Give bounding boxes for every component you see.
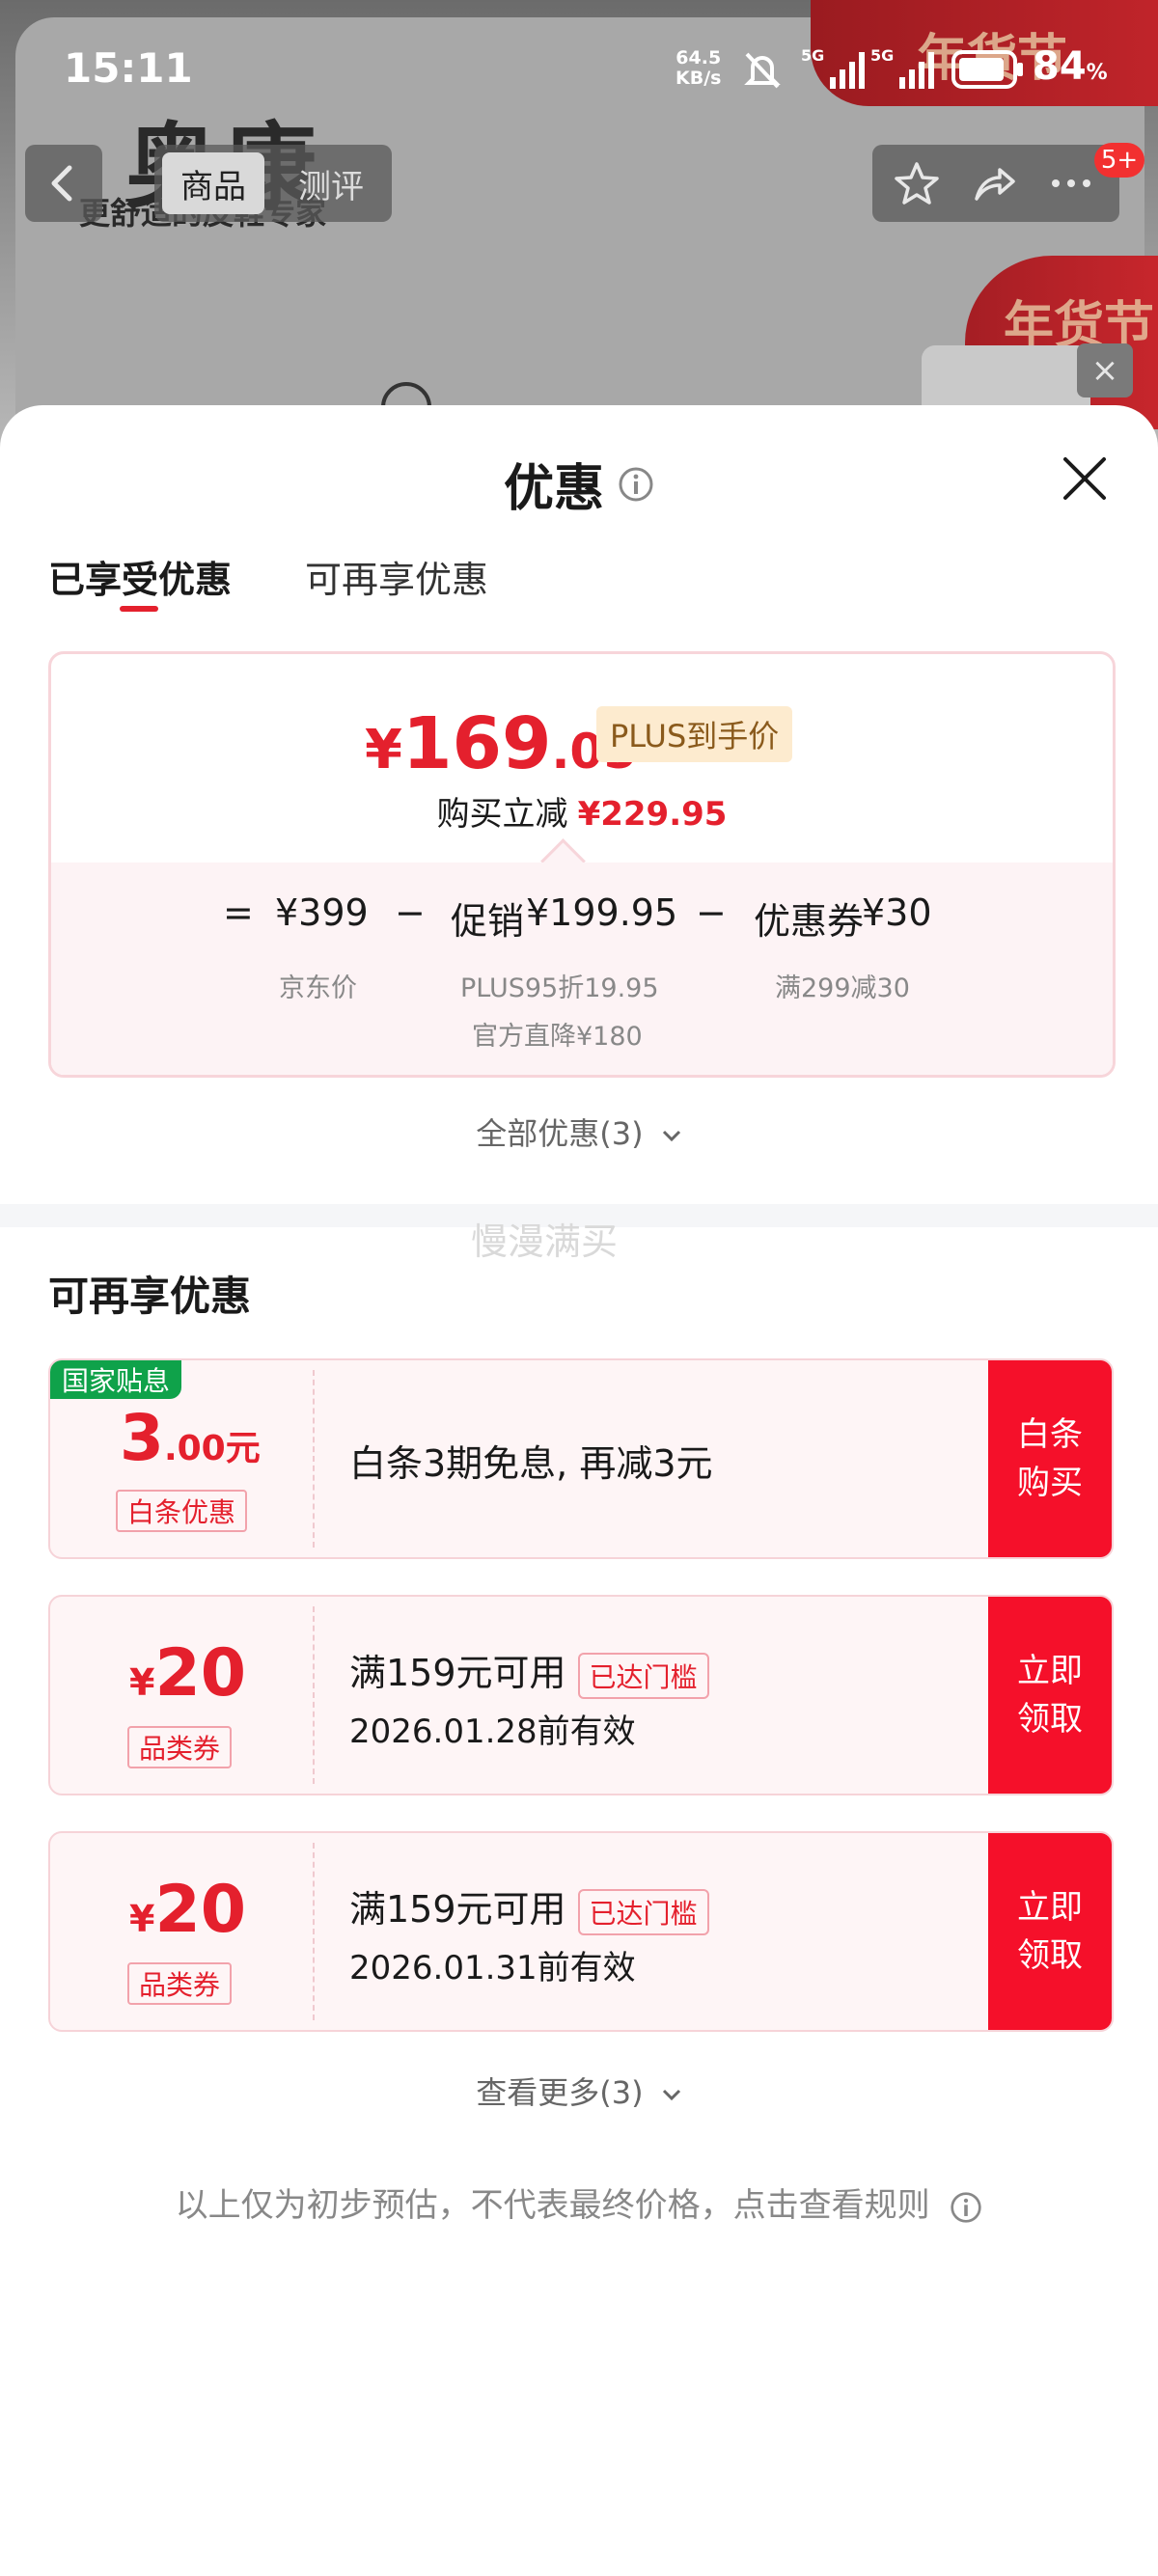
share-icon[interactable] [971,160,1017,206]
coupon-sub: 满299减30 [775,973,910,1003]
status-time: 15:11 [64,44,193,92]
promo-label: 促销 [451,900,525,943]
coupon-value-area: ¥20 品类券 [50,1597,313,1794]
breakdown-row: = ¥399 − 促销 ¥199.95 − 优惠券 ¥30 [51,891,1113,943]
coupon-amount: ¥20 [129,1635,247,1712]
coupon-description: 白条3期免息, 再减3元 [349,1442,713,1485]
coupon-separator [313,1843,315,2020]
tab-enjoyed-discounts[interactable]: 已享受优惠 [48,550,232,603]
coupon-card: ¥20 品类券 满159元可用 已达门槛 2026.01.31前有效 立即 领取 [48,1831,1114,2032]
promo-amount: ¥199.95 [526,891,678,934]
price-breakdown: = ¥399 − 促销 ¥199.95 − 优惠券 ¥30 京东价 PLUS95… [51,863,1113,1075]
promo-sub-official: 官方直降¥180 [472,1022,643,1052]
jd-price-label: 京东价 [279,973,357,1003]
coupon-type-tag: 白条优惠 [116,1490,248,1532]
final-price-area: ¥169.05 PLUS到手价 购买立减 ¥229.95 [51,654,1113,863]
coupon-separator [313,1606,315,1784]
claim-coupon-button[interactable]: 立即 领取 [988,1597,1112,1794]
plus-price-tag: PLUS到手价 [596,706,793,762]
info-icon[interactable] [618,466,654,503]
mini-window-close-icon[interactable]: × [1077,343,1133,397]
instant-reduction: 购买立减 ¥229.95 [436,795,728,834]
discount-sheet: 优惠 已享受优惠 可再享优惠 ¥169.05 PLUS到手价 购买立减 ¥229.… [0,405,1158,2576]
disclaimer-link[interactable]: 以上仅为初步预估，不代表最终价格，点击查看规则 [0,2179,1158,2226]
signal-icon-2: 5G [870,46,940,91]
equals-sign: = [223,891,254,934]
claim-coupon-button[interactable]: 立即 领取 [988,1833,1112,2030]
coupon-validity: 2026.01.28前有效 [349,1713,636,1751]
chevron-down-icon [662,2089,680,2101]
see-more-toggle[interactable]: 查看更多(3) [0,2069,1158,2113]
promo-sub-plus: PLUS95折19.95 [460,973,659,1003]
threshold-badge: 已达门槛 [577,1652,709,1699]
coupon-amount: 3.00元 [120,1401,261,1475]
active-tab-indicator [120,606,158,612]
coupon-separator [313,1370,315,1548]
coupon-description: 满159元可用 已达门槛 [349,1879,709,1935]
coupon-card-baitiao: 国家贴息 3.00元 白条优惠 白条3期免息, 再减3元 白条 购买 [48,1358,1114,1559]
chevron-down-icon [662,1130,680,1142]
mute-icon [744,52,781,89]
star-icon[interactable] [894,160,940,206]
battery-icon [951,50,1023,89]
jd-price: ¥399 [275,891,369,934]
price-summary-card: ¥169.05 PLUS到手价 购买立减 ¥229.95 = ¥399 − 促销 … [48,651,1116,1078]
coupon-type-tag: 品类券 [127,1726,233,1768]
coupon-amount: ¥20 [129,1872,247,1948]
tab-available-discounts[interactable]: 可再享优惠 [305,550,488,603]
back-button[interactable] [25,145,102,222]
signal-icon: 5G [801,46,870,91]
network-speed: 64.5 KB/s [676,47,722,89]
threshold-badge: 已达门槛 [577,1888,709,1935]
coupon-value-area: 国家贴息 3.00元 白条优惠 [50,1360,313,1557]
notification-badge: 5+ [1094,143,1144,178]
gov-subsidy-tag: 国家贴息 [50,1360,182,1399]
coupon-label: 优惠券 [754,900,865,943]
close-icon[interactable] [1058,452,1112,506]
coupon-description: 满159元可用 已达门槛 [349,1643,709,1699]
sheet-title: 优惠 [503,460,604,518]
section-title: 可再享优惠 [48,1273,252,1320]
all-discounts-toggle[interactable]: 全部优惠(3) [0,1110,1158,1154]
coupon-type-tag: 品类券 [127,1962,233,2005]
coupon-validity: 2026.01.31前有效 [349,1949,636,1987]
baitiao-buy-button[interactable]: 白条 购买 [988,1360,1112,1557]
minus-sign: − [395,891,426,934]
coupon-value-area: ¥20 品类券 [50,1833,313,2030]
watermark: 慢漫满买 [471,1220,619,1263]
product-nav-actions [872,145,1119,222]
tab-review[interactable]: 测评 [280,152,382,214]
minus-sign-2: − [696,891,727,934]
coupon-amount: ¥30 [862,891,932,934]
status-bar: 15:11 64.5 KB/s 5G 5G 84% [0,0,1158,135]
info-icon [951,2191,982,2223]
coupon-card: ¥20 品类券 满159元可用 已达门槛 2026.01.28前有效 立即 领取 [48,1595,1114,1795]
battery-percent: 84% [1033,44,1108,89]
sheet-header: 优惠 [0,448,1158,520]
back-icon [51,165,72,202]
tab-product[interactable]: 商品 [162,152,264,214]
more-icon[interactable] [1048,160,1094,206]
product-nav-tabs: 商品 测评 [154,145,392,222]
